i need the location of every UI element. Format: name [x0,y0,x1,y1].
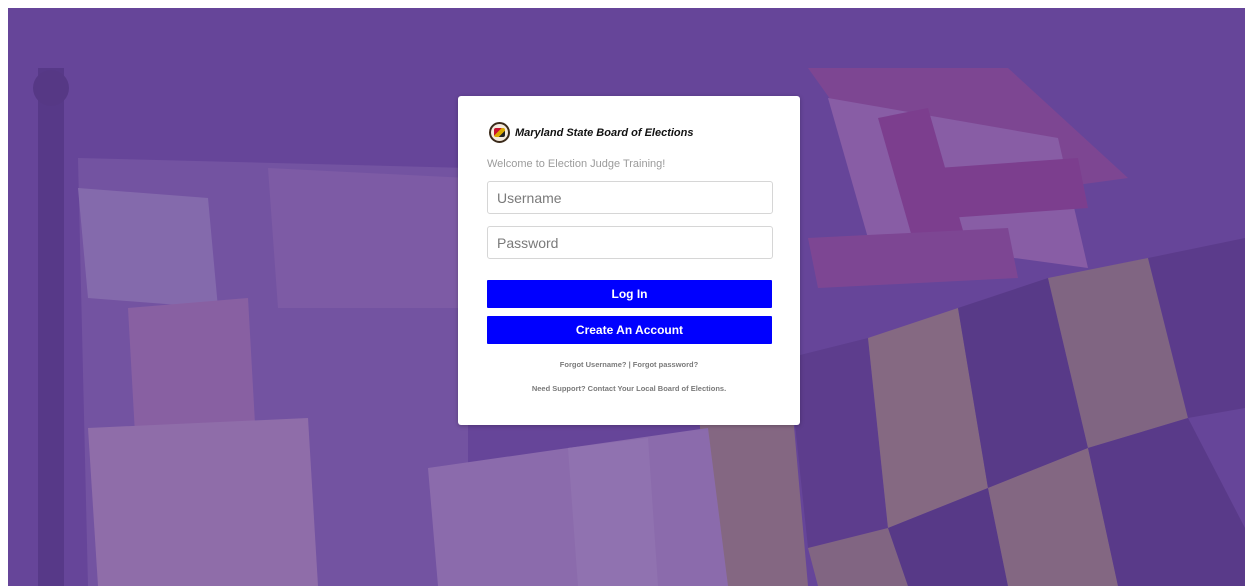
brand-name: Maryland State Board of Elections [515,126,694,139]
create-account-button[interactable]: Create An Account [487,316,772,344]
brand-header: Maryland State Board of Elections [489,122,693,143]
login-button[interactable]: Log In [487,280,772,308]
support-text: Need Support? Contact Your Local Board o… [531,384,727,393]
maryland-seal-icon [489,122,510,143]
forgot-links: Forgot Username? | Forgot password? [458,360,800,369]
password-input[interactable] [487,226,773,259]
forgot-username-link[interactable]: Forgot Username? [560,360,627,369]
forgot-password-link[interactable]: Forgot password? [633,360,698,369]
link-separator: | [628,360,631,369]
login-card: Maryland State Board of Elections Welcom… [458,96,800,425]
welcome-text: Welcome to Election Judge Training! [487,158,666,170]
username-input[interactable] [487,181,773,214]
